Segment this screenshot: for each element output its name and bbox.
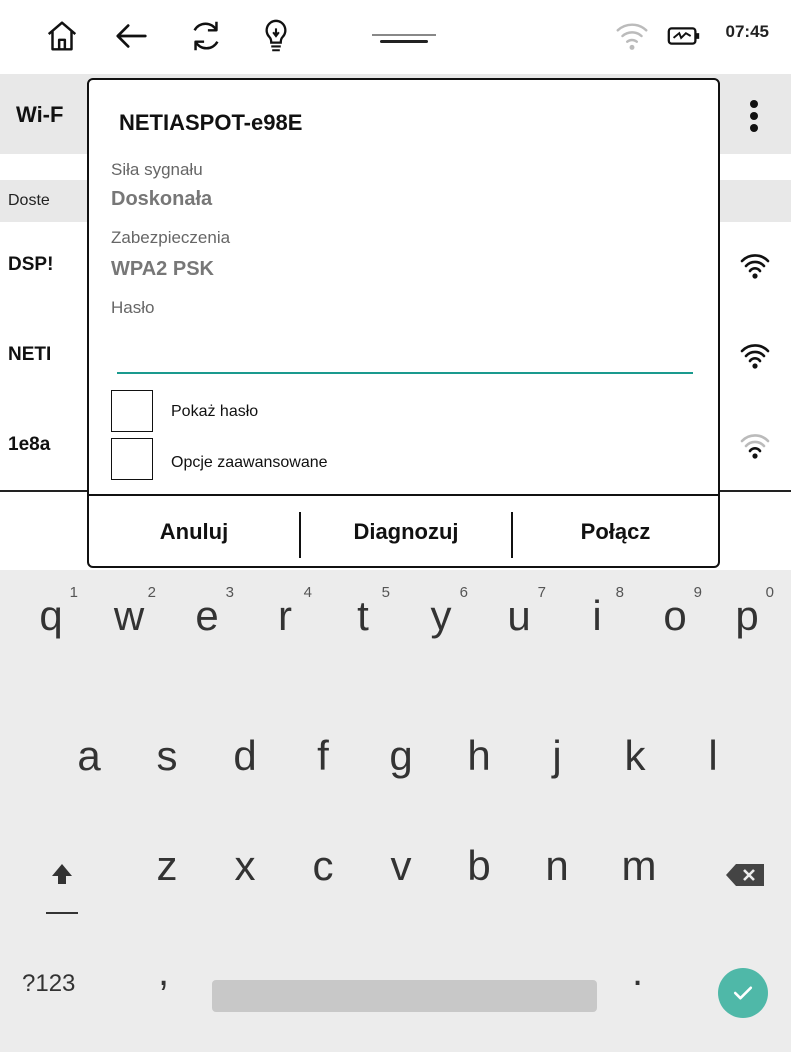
key-letter: v xyxy=(390,842,412,889)
battery-icon xyxy=(664,16,704,56)
dialog-title: NETIASPOT-e98E xyxy=(119,110,303,135)
key-letter: n xyxy=(545,842,569,889)
cancel-button[interactable]: Anuluj xyxy=(89,496,299,568)
key-l[interactable]: l xyxy=(678,710,748,810)
security-value: WPA2 PSK xyxy=(111,258,214,280)
wifi-connect-dialog: NETIASPOT-e98E Siła sygnału Doskonała Za… xyxy=(87,78,720,568)
key-b[interactable]: b xyxy=(444,820,514,920)
key-a[interactable]: a xyxy=(54,710,124,810)
key-letter: o xyxy=(663,592,687,639)
symbols-key[interactable]: ?123 xyxy=(22,970,75,998)
notification-handle-bar xyxy=(380,40,428,43)
key-t[interactable]: 5t xyxy=(328,570,398,670)
signal-strength-value: Doskonała xyxy=(111,188,213,210)
key-n[interactable]: n xyxy=(522,820,592,920)
lightbulb-icon[interactable] xyxy=(256,16,296,56)
section-label: Doste xyxy=(8,192,50,209)
wifi-signal-icon xyxy=(737,248,773,284)
clock: 07:45 xyxy=(725,22,769,41)
key-v[interactable]: v xyxy=(366,820,436,920)
key-g[interactable]: g xyxy=(366,710,436,810)
key-letter: x xyxy=(234,842,256,889)
wifi-signal-weak-icon xyxy=(737,428,773,464)
key-q[interactable]: 1q xyxy=(16,570,86,670)
key-w[interactable]: 2w xyxy=(94,570,164,670)
key-o[interactable]: 9o xyxy=(640,570,710,670)
key-letter: j xyxy=(552,732,562,779)
page-title: Wi-F xyxy=(16,102,64,127)
password-input[interactable] xyxy=(117,336,693,370)
key-z[interactable]: z xyxy=(132,820,202,920)
key-p[interactable]: 0p xyxy=(712,570,782,670)
security-label: Zabezpieczenia xyxy=(111,228,231,247)
key-letter: i xyxy=(592,592,602,639)
show-password-checkbox[interactable] xyxy=(111,390,153,432)
enter-key[interactable] xyxy=(718,968,768,1018)
diagnose-button[interactable]: Diagnozuj xyxy=(301,496,511,568)
key-d[interactable]: d xyxy=(210,710,280,810)
key-letter: s xyxy=(156,732,178,779)
key-c[interactable]: c xyxy=(288,820,358,920)
show-password-label: Pokaż hasło xyxy=(171,403,259,420)
key-letter: q xyxy=(39,592,63,639)
password-input-underline xyxy=(117,372,693,374)
key-letter: h xyxy=(467,732,491,779)
key-letter: f xyxy=(317,732,329,779)
key-letter: g xyxy=(389,732,413,779)
key-letter: w xyxy=(113,592,145,639)
key-letter: b xyxy=(467,842,491,889)
key-f[interactable]: f xyxy=(288,710,358,810)
key-s[interactable]: s xyxy=(132,710,202,810)
refresh-icon[interactable] xyxy=(186,16,226,56)
key-m[interactable]: m xyxy=(604,820,674,920)
key-y[interactable]: 6y xyxy=(406,570,476,670)
key-letter: z xyxy=(156,842,178,889)
comma-key[interactable]: , xyxy=(158,950,169,995)
checkmark-icon xyxy=(733,986,753,1000)
period-key[interactable]: . xyxy=(632,950,643,995)
key-letter: k xyxy=(624,732,646,779)
key-k[interactable]: k xyxy=(600,710,670,810)
key-letter: u xyxy=(507,592,531,639)
password-label: Hasło xyxy=(111,298,155,317)
shift-key[interactable] xyxy=(40,850,84,930)
key-r[interactable]: 4r xyxy=(250,570,320,670)
key-letter: m xyxy=(621,842,657,889)
advanced-options-label: Opcje zaawansowane xyxy=(171,454,328,471)
key-letter: p xyxy=(735,592,759,639)
key-i[interactable]: 8i xyxy=(562,570,632,670)
connect-button[interactable]: Połącz xyxy=(513,496,718,568)
key-letter: y xyxy=(430,592,452,639)
wifi-signal-icon xyxy=(737,338,773,374)
key-letter: t xyxy=(357,592,369,639)
key-h[interactable]: h xyxy=(444,710,514,810)
home-icon[interactable] xyxy=(42,16,82,56)
more-options-icon[interactable] xyxy=(740,96,768,136)
back-arrow-icon[interactable] xyxy=(112,16,152,56)
network-name: 1e8a xyxy=(8,434,51,455)
backspace-key[interactable] xyxy=(724,860,768,890)
key-letter: r xyxy=(278,592,292,639)
key-letter: e xyxy=(195,592,219,639)
key-e[interactable]: 3e xyxy=(172,570,242,670)
wifi-icon xyxy=(612,16,652,56)
key-letter: d xyxy=(233,732,257,779)
status-bar: 07:45 xyxy=(0,0,791,72)
space-bar[interactable] xyxy=(212,980,597,1012)
soft-keyboard: 1q 2w 3e 4r 5t 6y 7u 8i 9o 0p a s d f g … xyxy=(0,570,791,1052)
signal-strength-label: Siła sygnału xyxy=(111,160,203,179)
network-name: DSP! xyxy=(8,254,54,275)
key-u[interactable]: 7u xyxy=(484,570,554,670)
key-letter: l xyxy=(708,732,718,779)
key-j[interactable]: j xyxy=(522,710,592,810)
network-name: NETI xyxy=(8,344,52,365)
key-x[interactable]: x xyxy=(210,820,280,920)
notification-handle[interactable] xyxy=(372,34,436,36)
key-letter: c xyxy=(312,842,334,889)
key-letter: a xyxy=(77,732,101,779)
advanced-options-checkbox[interactable] xyxy=(111,438,153,480)
